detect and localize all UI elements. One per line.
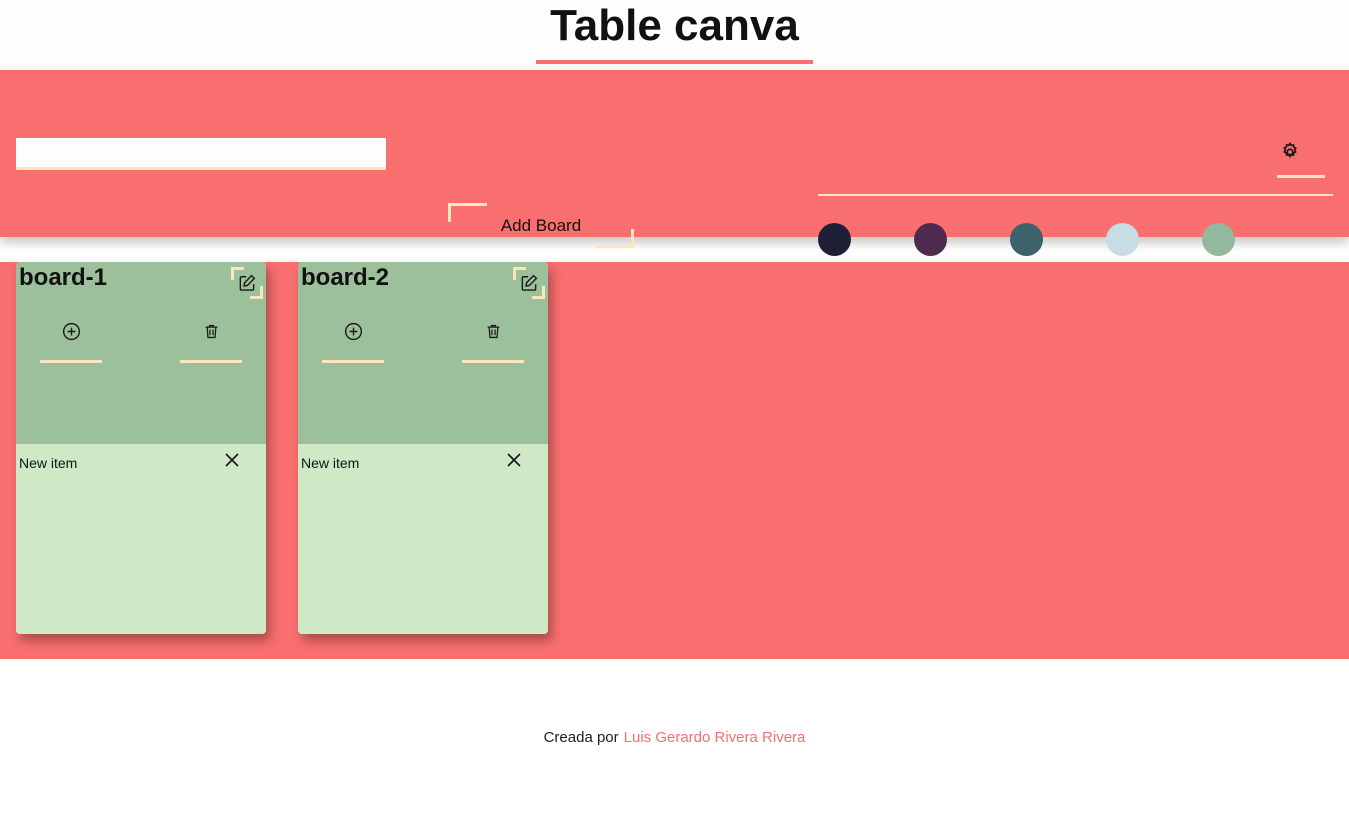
plus-circle-icon[interactable] <box>61 320 82 342</box>
board-actions <box>16 320 266 363</box>
board-header: board-2 <box>298 262 548 444</box>
gear-underline-decoration <box>1277 175 1325 178</box>
color-swatch-light-blue[interactable] <box>1106 222 1139 256</box>
toolbar: Add Board <box>0 70 1349 285</box>
page-title: Table canva <box>536 0 813 64</box>
trash-icon[interactable] <box>202 320 221 342</box>
board-title: board-2 <box>301 264 390 291</box>
board-item-list: New item <box>16 444 266 634</box>
plus-circle-icon[interactable] <box>343 320 364 342</box>
color-swatch-dark-navy[interactable] <box>818 222 851 256</box>
board-name-input[interactable] <box>16 138 386 170</box>
close-icon[interactable] <box>502 448 526 472</box>
edit-icon[interactable] <box>519 273 539 293</box>
board-canvas: board-1 New item board-2 New item <box>0 262 1349 659</box>
footer-prefix: Creada por <box>543 729 619 746</box>
close-icon[interactable] <box>220 448 244 472</box>
color-swatch-dark-purple[interactable] <box>914 222 947 256</box>
add-item-action <box>38 320 104 363</box>
color-swatch-sage-green[interactable] <box>1202 222 1235 256</box>
page-header: Table canva <box>0 0 1349 70</box>
palette-top-rule <box>818 194 1333 196</box>
add-item-action <box>320 320 386 363</box>
board-actions <box>298 320 548 363</box>
add-board-wrapper: Add Board <box>448 203 634 248</box>
add-board-button[interactable]: Add Board <box>448 203 634 248</box>
gear-icon[interactable] <box>1279 141 1301 163</box>
color-swatch-row <box>818 209 1333 269</box>
delete-board-underline-decoration <box>462 360 524 363</box>
page-footer: Creada por Luis Gerardo Rivera Rivera <box>0 659 1349 816</box>
board-header: board-1 <box>16 262 266 444</box>
list-item-label: New item <box>19 455 78 471</box>
color-swatch-teal[interactable] <box>1010 222 1043 256</box>
edit-board-wrapper <box>513 267 545 299</box>
list-item[interactable]: New item <box>16 444 266 482</box>
add-item-underline-decoration <box>322 360 384 363</box>
list-item-label: New item <box>301 455 360 471</box>
edit-icon[interactable] <box>237 273 257 293</box>
board-title: board-1 <box>19 264 108 291</box>
delete-board-underline-decoration <box>180 360 242 363</box>
delete-board-action <box>178 320 244 363</box>
trash-icon[interactable] <box>484 320 503 342</box>
boards-strip: board-1 New item board-2 New item <box>16 262 580 634</box>
delete-board-action <box>460 320 526 363</box>
add-item-underline-decoration <box>40 360 102 363</box>
edit-board-wrapper <box>231 267 263 299</box>
board-item-list: New item <box>298 444 548 634</box>
board-card[interactable]: board-1 New item <box>16 262 266 634</box>
board-card[interactable]: board-2 New item <box>298 262 548 634</box>
footer-author-link[interactable]: Luis Gerardo Rivera Rivera <box>624 729 806 746</box>
list-item[interactable]: New item <box>298 444 548 482</box>
